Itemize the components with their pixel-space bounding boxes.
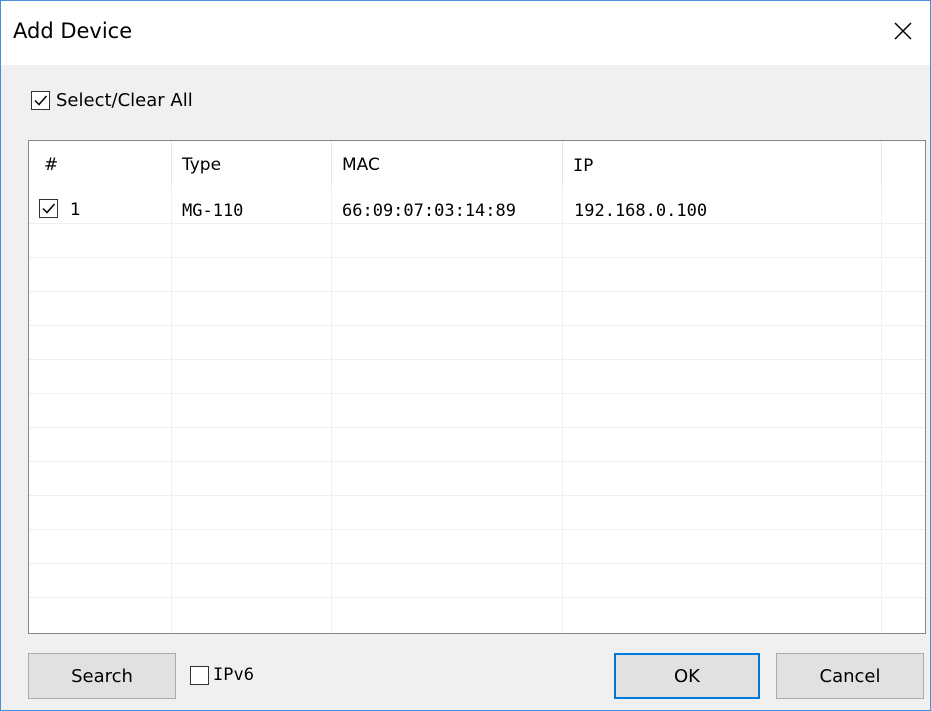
title-bar: Add Device — [1, 1, 930, 65]
column-header-index[interactable]: # — [44, 155, 58, 175]
column-header-type[interactable]: Type — [182, 155, 221, 175]
dialog-title: Add Device — [13, 19, 133, 43]
select-all-label[interactable]: Select/Clear All — [56, 90, 193, 111]
search-button[interactable]: Search — [28, 653, 176, 699]
row-type: MG-110 — [182, 201, 244, 221]
device-table: # Type MAC IP 1 MG-110 66:09:07:03:14:89… — [28, 140, 926, 634]
row-checkbox[interactable] — [39, 199, 58, 218]
close-icon — [893, 21, 913, 45]
column-header-ip[interactable]: IP — [573, 156, 593, 176]
row-mac: 66:09:07:03:14:89 — [342, 201, 516, 221]
ok-button[interactable]: OK — [614, 653, 760, 699]
checkmark-icon — [34, 95, 48, 106]
row-ip: 192.168.0.100 — [574, 201, 708, 221]
row-index: 1 — [70, 200, 81, 220]
close-button[interactable] — [876, 1, 930, 65]
add-device-dialog: Add Device Select/Clear All # Type MAC I… — [0, 0, 931, 711]
select-all-checkbox[interactable] — [31, 91, 50, 110]
ipv6-label[interactable]: IPv6 — [213, 665, 254, 685]
column-header-mac[interactable]: MAC — [342, 155, 380, 175]
ipv6-checkbox[interactable] — [190, 666, 209, 685]
cancel-button[interactable]: Cancel — [776, 653, 924, 699]
checkmark-icon — [42, 203, 56, 214]
